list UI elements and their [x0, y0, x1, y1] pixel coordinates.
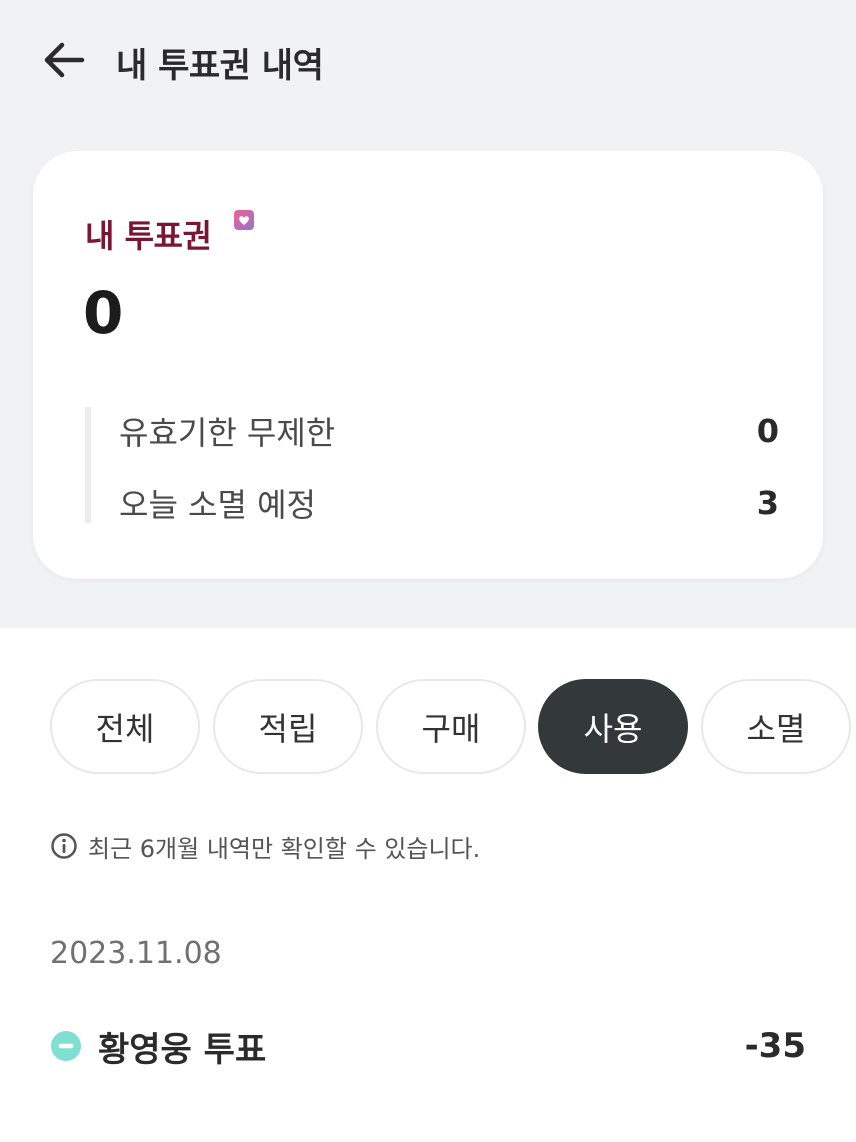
tab-all[interactable]: 전체: [50, 679, 200, 774]
back-button[interactable]: [36, 34, 92, 86]
tab-expired[interactable]: 소멸: [701, 679, 851, 774]
filter-tabs: 전체 적립 구매 사용 소멸: [50, 679, 856, 775]
breakdown-label: 오늘 소멸 예정: [119, 486, 316, 524]
breakdown-row-expiring-today: 오늘 소멸 예정 3: [119, 481, 779, 525]
breakdown-row-unlimited: 유효기한 무제한 0: [119, 409, 779, 453]
info-icon: [51, 833, 77, 859]
ticket-heart-icon: [234, 210, 254, 230]
history-item-label: 황영웅 투표: [98, 1029, 267, 1070]
history-item-amount: -35: [744, 1026, 806, 1066]
breakdown-label: 유효기한 무제한: [119, 414, 336, 452]
notice-text: 최근 6개월 내역만 확인할 수 있습니다.: [88, 834, 481, 863]
notice: 최근 6개월 내역만 확인할 수 있습니다.: [50, 828, 480, 864]
summary-title: 내 투표권: [85, 217, 212, 255]
breakdown-value: 3: [756, 484, 779, 522]
minus-circle-icon: [51, 1031, 81, 1061]
history-date: 2023.11.08: [50, 936, 222, 971]
total-count: 0: [83, 279, 124, 347]
tab-purchased[interactable]: 구매: [376, 679, 526, 774]
arrow-left-icon: [44, 42, 85, 78]
history-item: 황영웅 투표 -35: [50, 1016, 806, 1076]
voting-ticket-summary-card: 내 투표권 0 유효기한 무제한 0 오늘 소멸 예정 3: [33, 151, 823, 579]
tab-earned[interactable]: 적립: [213, 679, 363, 774]
breakdown-value: 0: [756, 412, 779, 450]
tab-used[interactable]: 사용: [538, 679, 688, 774]
page-title: 내 투표권 내역: [116, 46, 324, 86]
breakdown-list: 유효기한 무제한 0 오늘 소멸 예정 3: [85, 407, 779, 524]
header: 내 투표권 내역: [0, 0, 856, 120]
